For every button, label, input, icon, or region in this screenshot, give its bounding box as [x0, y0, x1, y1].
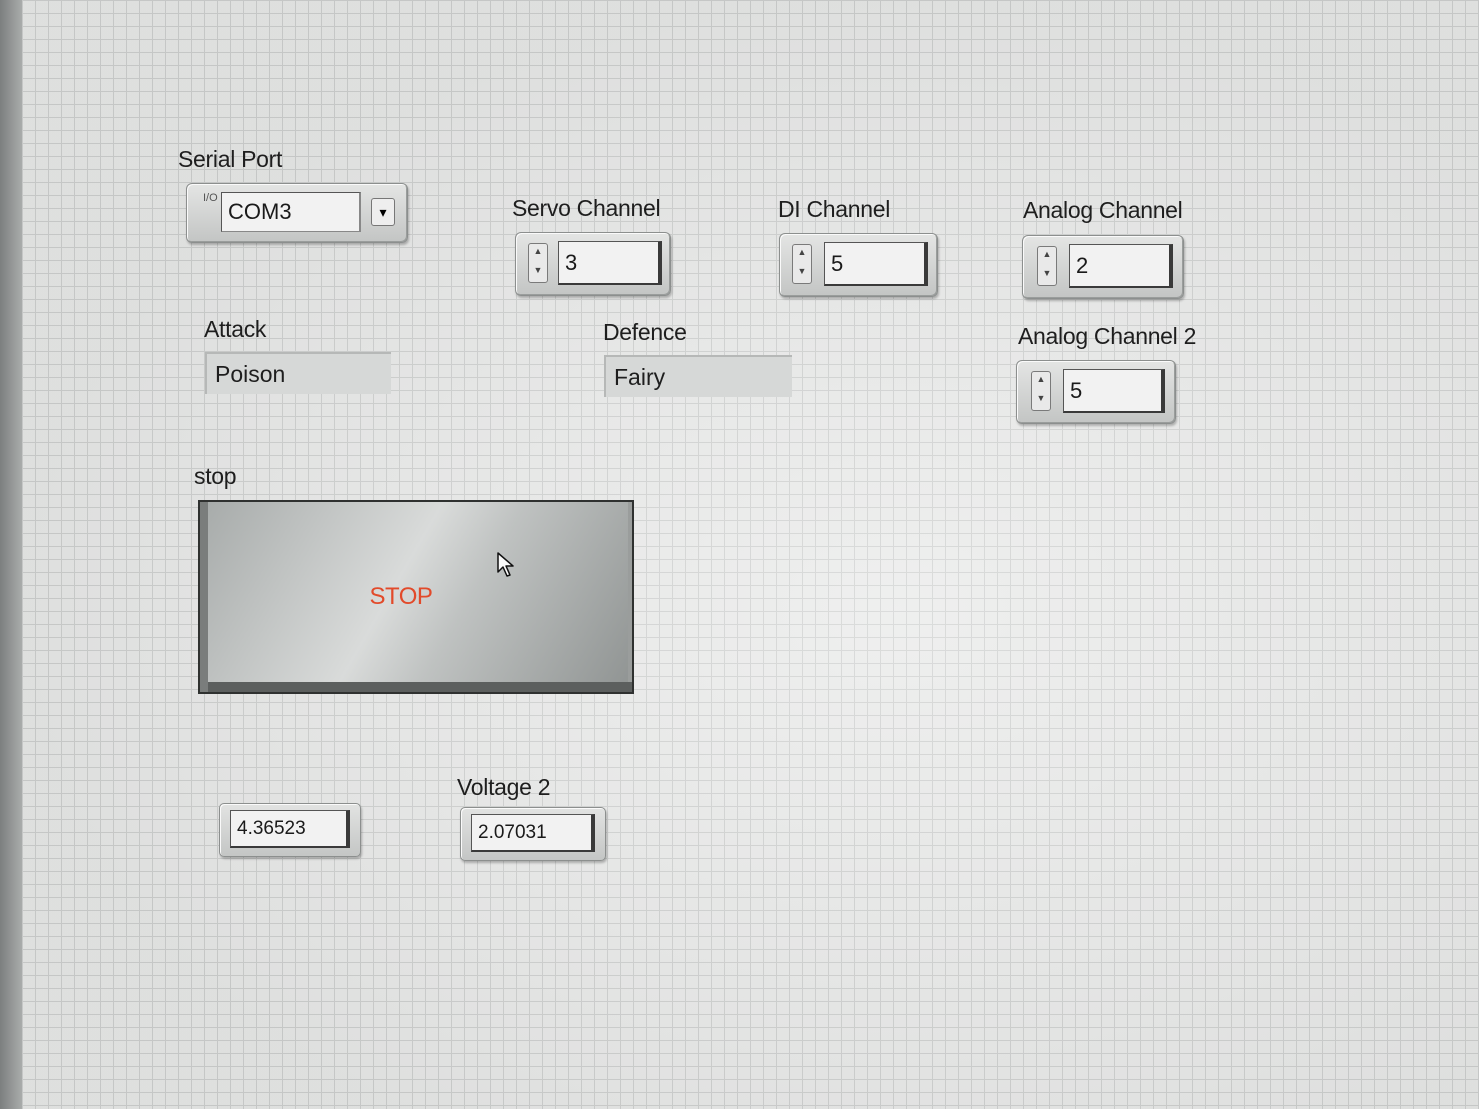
analog-channel-2-value[interactable]: 5: [1063, 369, 1165, 413]
voltage-2-value: 2.07031: [471, 814, 595, 852]
stop-label: stop: [194, 463, 237, 489]
defence-label: Defence: [603, 319, 687, 345]
analog-channel-value[interactable]: 2: [1069, 244, 1173, 288]
servo-channel-value[interactable]: 3: [558, 241, 662, 285]
voltage-2-label: Voltage 2: [457, 774, 551, 800]
servo-channel-spinner[interactable]: ▲ ▼: [528, 243, 548, 283]
stop-button[interactable]: STOP: [198, 500, 634, 694]
analog-channel-2-label: Analog Channel 2: [1018, 323, 1197, 349]
defence-indicator: Fairy: [604, 355, 792, 397]
attack-label: Attack: [204, 316, 267, 342]
stop-button-text: STOP: [369, 583, 433, 610]
analog-channel-control[interactable]: ▲ ▼ 2: [1022, 235, 1184, 299]
voltage-1-value: 4.36523: [230, 810, 350, 848]
analog-channel-2-spinner[interactable]: ▲ ▼: [1031, 371, 1051, 411]
spin-down-icon[interactable]: ▼: [1038, 266, 1056, 285]
serial-port-label: Serial Port: [178, 146, 283, 172]
mouse-cursor-icon: [497, 552, 514, 577]
spin-up-icon[interactable]: ▲: [1032, 372, 1050, 391]
servo-channel-label: Servo Channel: [512, 195, 661, 221]
di-channel-value[interactable]: 5: [824, 242, 928, 286]
analog-channel-2-control[interactable]: ▲ ▼ 5: [1016, 360, 1176, 424]
di-channel-label: DI Channel: [778, 196, 891, 222]
analog-channel-label: Analog Channel: [1023, 197, 1183, 223]
io-resource-icon: I/O: [203, 192, 218, 204]
spin-up-icon[interactable]: ▲: [793, 245, 811, 264]
attack-indicator: Poison: [205, 352, 391, 394]
screen-bezel: [0, 0, 22, 1109]
voltage-1-indicator: 4.36523: [219, 803, 361, 857]
spin-up-icon[interactable]: ▲: [529, 244, 547, 263]
voltage-2-indicator: 2.07031: [460, 807, 606, 861]
analog-channel-spinner[interactable]: ▲ ▼: [1037, 246, 1057, 286]
di-channel-control[interactable]: ▲ ▼ 5: [779, 233, 938, 297]
serial-port-control[interactable]: I/O COM3 ▾: [186, 183, 408, 243]
serial-port-value[interactable]: COM3: [221, 192, 361, 232]
dropdown-arrow-icon[interactable]: ▾: [371, 198, 395, 226]
spin-up-icon[interactable]: ▲: [1038, 247, 1056, 266]
spin-down-icon[interactable]: ▼: [529, 263, 547, 282]
spin-down-icon[interactable]: ▼: [1032, 391, 1050, 410]
spin-down-icon[interactable]: ▼: [793, 264, 811, 283]
di-channel-spinner[interactable]: ▲ ▼: [792, 244, 812, 284]
servo-channel-control[interactable]: ▲ ▼ 3: [515, 232, 671, 296]
